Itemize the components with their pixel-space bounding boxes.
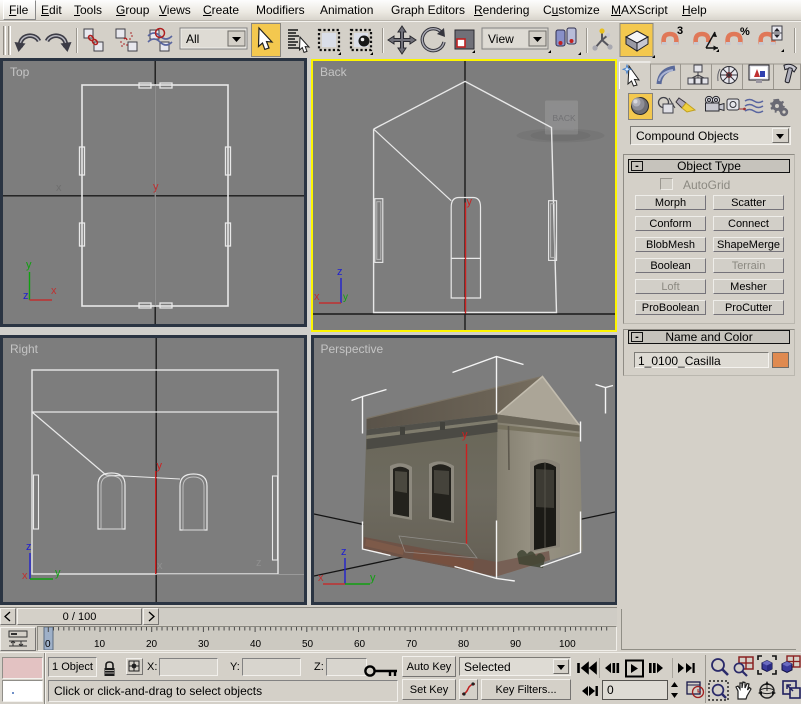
svg-text:x: x [51,285,57,297]
svg-text:z: z [337,266,343,278]
svg-text:30: 30 [198,639,210,650]
svg-text:z: z [23,290,29,302]
svg-text:y: y [26,259,32,271]
svg-text:60: 60 [354,639,366,650]
svg-text:x: x [318,572,324,584]
svg-text:10: 10 [94,639,106,650]
svg-text:z: z [26,541,32,553]
svg-text:%: % [740,26,750,38]
svg-text:y: y [153,181,159,193]
svg-text:y: y [343,292,348,303]
svg-text:80: 80 [458,639,470,650]
svg-text:100: 100 [559,639,576,650]
svg-text:40: 40 [250,639,262,650]
svg-text:50: 50 [302,639,314,650]
svg-text:20: 20 [146,639,158,650]
svg-text:All: All [186,32,199,46]
svg-text:0: 0 [45,639,51,650]
svg-text:z: z [256,557,262,569]
svg-text:90: 90 [510,639,522,650]
svg-text:x: x [56,182,62,194]
svg-text:BACK: BACK [553,113,576,123]
svg-text:y: y [370,572,376,584]
svg-text:x: x [157,560,163,572]
svg-text:View: View [488,32,514,46]
svg-text:y: y [55,567,61,579]
svg-text:z: z [341,546,347,558]
svg-text:x: x [22,570,28,582]
svg-text:y: y [467,196,473,208]
svg-text:y: y [462,429,468,441]
svg-text:x: x [314,291,320,303]
svg-text:70: 70 [406,639,418,650]
svg-text:y: y [157,460,163,472]
svg-text:3: 3 [677,25,683,37]
